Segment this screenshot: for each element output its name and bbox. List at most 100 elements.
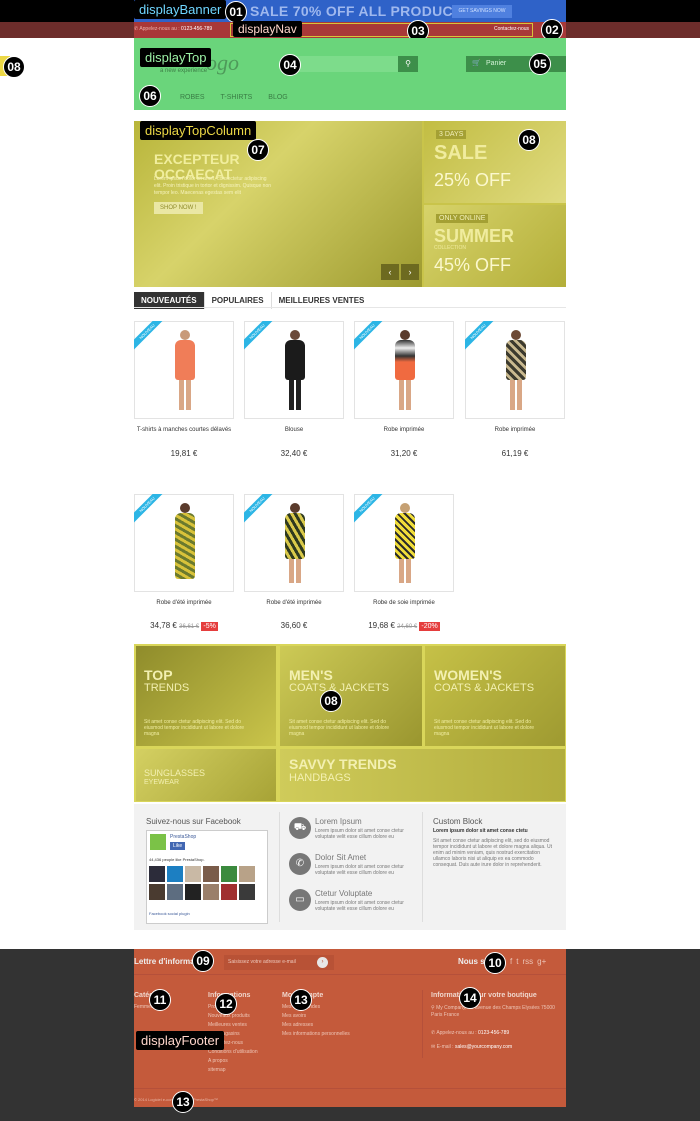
- product-card[interactable]: NOUVEAU: [465, 321, 565, 419]
- nav-phone-label: Appelez-nous au :: [139, 26, 180, 32]
- menu-item-blog[interactable]: BLOG: [268, 94, 287, 101]
- new-ribbon: NOUVEAU: [354, 494, 386, 526]
- marker-14: 14: [459, 987, 481, 1009]
- get-savings-button[interactable]: GET SAVINGS NOW: [452, 5, 512, 18]
- product-price: 36,60 €: [280, 621, 308, 630]
- divider: [279, 812, 280, 922]
- banner3-title: WOMEN'S: [434, 667, 502, 683]
- contact-link[interactable]: Contactez-nous: [494, 26, 529, 32]
- store-email-link[interactable]: sales@yourcompany.com: [455, 1044, 512, 1050]
- store-phone: ✆ Appelez-nous au : 0123-456-789: [431, 1030, 510, 1036]
- avatar[interactable]: [203, 884, 219, 900]
- product-price: 61,19 €: [501, 449, 529, 458]
- phone-icon: ✆: [289, 853, 311, 875]
- google-plus-icon[interactable]: g+: [537, 957, 546, 966]
- banner2-title: SUMMER: [434, 226, 514, 246]
- avatar[interactable]: [185, 866, 201, 882]
- avatar[interactable]: [239, 866, 255, 882]
- avatar[interactable]: [149, 866, 165, 882]
- search-icon[interactable]: ⚲: [398, 56, 418, 72]
- footer-divider: [134, 974, 566, 975]
- cart-button[interactable]: 🛒 Panier: [466, 56, 566, 72]
- custom-block-text: Sit amet conse ctetur adipiscing elit, s…: [433, 838, 552, 868]
- footer-link[interactable]: Mes avoirs: [282, 1012, 382, 1021]
- product-image: [391, 330, 419, 412]
- avatar[interactable]: [221, 866, 237, 882]
- avatar[interactable]: [203, 866, 219, 882]
- banner2-tag: ONLY ONLINE: [436, 214, 489, 223]
- banner2-subtitle: COLLECTION: [434, 245, 466, 251]
- banner1-desc: Sit amet conse ctetur adipiscing elit. S…: [144, 719, 245, 737]
- product-image: [281, 330, 309, 412]
- avatar[interactable]: [239, 884, 255, 900]
- avatar[interactable]: [185, 884, 201, 900]
- product-name[interactable]: Robe imprimée: [465, 426, 565, 434]
- menu-item-robes[interactable]: ROBES: [180, 94, 205, 101]
- avatar[interactable]: [149, 884, 165, 900]
- social-links: f t rss g+: [510, 957, 546, 966]
- newsletter-submit-icon[interactable]: ›: [317, 957, 328, 968]
- hook-label-display-footer: displayFooter: [136, 1031, 225, 1050]
- product-price: 19,68 € 24,60 € -20%: [368, 621, 440, 631]
- marker-01: 01: [225, 1, 247, 23]
- product-name[interactable]: Robe de soie imprimée: [354, 599, 454, 607]
- footer-link[interactable]: Mes adresses: [282, 1021, 382, 1030]
- product-image: [281, 503, 309, 585]
- product-card[interactable]: NOUVEAU: [354, 494, 454, 592]
- product-name[interactable]: T-shirts à manches courtes délavés: [134, 426, 234, 434]
- avatar[interactable]: [167, 866, 183, 882]
- new-ribbon: NOUVEAU: [354, 321, 386, 353]
- banner1-title: SALE: [434, 142, 488, 164]
- footer-link[interactable]: Meilleures ventes: [208, 1021, 272, 1030]
- banner3-desc: Sit amet conse ctetur adipiscing elit. S…: [434, 719, 535, 737]
- banner2-desc: Sit amet conse ctetur adipiscing elit. S…: [289, 719, 390, 737]
- cms-title-1: Lorem Ipsum: [315, 817, 362, 826]
- store-email: ✉ E-mail : sales@yourcompany.com: [431, 1044, 513, 1050]
- rss-icon[interactable]: rss: [522, 957, 533, 966]
- facebook-page-name[interactable]: PrestaShop: [170, 834, 196, 840]
- prev-arrow-icon[interactable]: ‹: [381, 264, 399, 280]
- divider: [422, 812, 423, 922]
- truck-icon: ⛟: [289, 817, 311, 839]
- facebook-plugin-label: Facebook social plugin: [149, 911, 190, 916]
- product-name[interactable]: Robe d'été imprimée: [134, 599, 234, 607]
- marker-08-slider: 08: [518, 129, 540, 151]
- footer-link[interactable]: A propos: [208, 1057, 272, 1066]
- discount-badge: -5%: [201, 622, 218, 631]
- avatar[interactable]: [221, 884, 237, 900]
- product-card[interactable]: NOUVEAU: [354, 321, 454, 419]
- facebook-like-button[interactable]: Like: [170, 842, 186, 850]
- menu-item-tshirts[interactable]: T-SHIRTS: [221, 94, 253, 101]
- product-name[interactable]: Blouse: [244, 426, 344, 434]
- product-card[interactable]: NOUVEAU: [244, 321, 344, 419]
- footer-link[interactable]: Mes informations personnelles: [282, 1030, 382, 1039]
- marker-12: 12: [215, 993, 237, 1015]
- product-card[interactable]: NOUVEAU: [134, 321, 234, 419]
- new-ribbon: NOUVEAU: [244, 321, 276, 353]
- footer-store-title: Informations sur votre boutique: [431, 992, 537, 999]
- new-ribbon: NOUVEAU: [134, 494, 166, 526]
- product-card[interactable]: NOUVEAU: [134, 494, 234, 592]
- product-name[interactable]: Robe d'été imprimée: [244, 599, 344, 607]
- facebook-icon[interactable]: f: [510, 957, 512, 966]
- marker-10: 10: [484, 952, 506, 974]
- cms-text-1: Lorem ipsum dolor sit amet conse ctetur …: [315, 828, 404, 840]
- footer-link[interactable]: Nouveaux produits: [208, 1012, 272, 1021]
- product-image: [391, 503, 419, 585]
- shop-now-button[interactable]: SHOP NOW !: [154, 202, 203, 214]
- twitter-icon[interactable]: t: [516, 957, 518, 966]
- product-name[interactable]: Robe imprimée: [354, 426, 454, 434]
- cms-title-2: Dolor Sit Amet: [315, 853, 367, 862]
- hook-label-display-banner: displayBanner: [134, 0, 227, 19]
- facebook-people-count: 44,436 people like PrestaShop.: [149, 857, 205, 862]
- avatar[interactable]: [167, 884, 183, 900]
- hook-label-display-top-column: displayTopColumn: [140, 121, 257, 140]
- marker-08-left: 08: [3, 56, 25, 78]
- tab-divider: [134, 307, 566, 308]
- cms-title-3: Ctetur Voluptate: [315, 889, 373, 898]
- search-input[interactable]: [290, 56, 398, 72]
- product-card[interactable]: NOUVEAU: [244, 494, 344, 592]
- next-arrow-icon[interactable]: ›: [401, 264, 419, 280]
- footer-link[interactable]: sitemap: [208, 1066, 272, 1075]
- banner-text: SALE 70% OFF ALL PRODUCTS: [250, 3, 472, 19]
